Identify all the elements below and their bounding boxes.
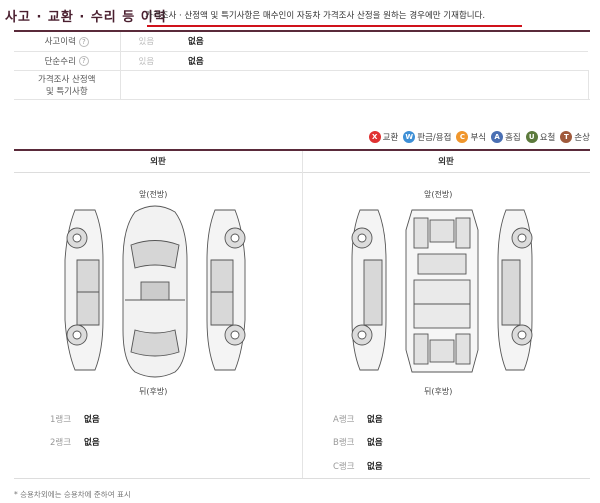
- left-front-label: 앞(전방): [139, 190, 168, 199]
- section-title: 사고 · 교환 · 수리 등 이력: [5, 10, 167, 25]
- exterior-left-header: 외판: [150, 157, 166, 167]
- sheet-metal-icon: W: [403, 131, 416, 143]
- legend-dent: U 요철: [525, 131, 555, 143]
- table-row: 단순수리? 있음 없음: [14, 51, 590, 71]
- footnote: * 승용차외에는 승용차에 준하여 표시: [14, 490, 131, 499]
- rank-1: 1랭크 없음: [50, 415, 100, 425]
- table-row: 사고이력? 있음 없음: [14, 32, 590, 52]
- legend-corrosion: C 부식: [456, 131, 486, 143]
- dent-icon: U: [525, 131, 538, 143]
- accident-history-value: 없음: [188, 32, 589, 52]
- corrosion-icon: C: [456, 131, 469, 143]
- damage-icon: T: [560, 131, 573, 143]
- rank-c: C랭크 없음: [333, 462, 383, 472]
- note-underline: [147, 25, 522, 27]
- simple-repair-label: 단순수리?: [14, 51, 121, 71]
- left-rear-label: 뒤(후방): [139, 387, 168, 396]
- accident-history-check: 있음: [120, 32, 188, 52]
- exterior-bottom-border: [14, 478, 590, 479]
- frame-diagram[interactable]: [342, 200, 542, 380]
- legend-exchange: X 교환: [368, 131, 398, 143]
- accident-history-label: 사고이력?: [14, 32, 121, 52]
- legend-damage: T 손상: [560, 131, 590, 143]
- legend-sheet-metal: W 판금/용접: [403, 131, 451, 143]
- table-row: 가격조사 산정액 및 특기사항: [14, 70, 590, 100]
- price-survey-label: 가격조사 산정액 및 특기사항: [14, 70, 121, 100]
- damage-legend: X 교환 W 판금/용접 C 부식 A 흠집 U 요철 T 손상: [364, 130, 590, 144]
- legend-scratch: A 흠집: [491, 131, 521, 143]
- simple-repair-value: 없음: [188, 51, 589, 71]
- section-note: 가격조사 · 산정액 및 특기사항은 매수인이 자동차 가격조사 산정을 원하는…: [145, 11, 486, 21]
- rank-2: 2랭크 없음: [50, 438, 100, 448]
- scratch-icon: A: [491, 131, 504, 143]
- exterior-right-header: 외판: [438, 157, 454, 167]
- history-table: 사고이력? 있음 없음 단순수리? 있음 없음 가격조사 산정액 및 특기사항: [14, 32, 590, 100]
- exterior-divider: [302, 151, 303, 478]
- price-survey-value: [120, 70, 589, 100]
- outer-panel-diagram[interactable]: [55, 200, 255, 380]
- right-front-label: 앞(전방): [424, 190, 453, 199]
- rank-b: B랭크 없음: [333, 438, 383, 448]
- simple-repair-check: 있음: [120, 51, 188, 71]
- exchange-icon: X: [368, 131, 381, 143]
- question-icon[interactable]: ?: [78, 56, 89, 66]
- special-notes-value: [588, 70, 590, 100]
- rank-a: A랭크 없음: [333, 415, 383, 425]
- question-icon[interactable]: ?: [78, 36, 89, 47]
- right-rear-label: 뒤(후방): [424, 387, 453, 396]
- section-header: 사고 · 교환 · 수리 등 이력 가격조사 · 산정액 및 특기사항은 매수인…: [5, 6, 595, 27]
